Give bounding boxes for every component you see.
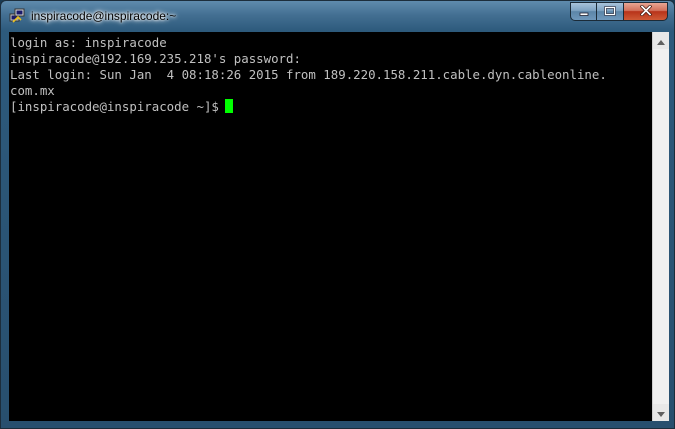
scrollbar-track[interactable] (653, 49, 669, 404)
scroll-down-button[interactable] (653, 404, 669, 421)
minimize-icon (579, 3, 589, 21)
maximize-button[interactable] (597, 2, 624, 21)
window-controls (570, 2, 668, 22)
putty-window: inspiracode@inspiracode:~ login as: insp… (0, 0, 675, 429)
terminal-area[interactable]: login as: inspiracode inspiracode@192.16… (9, 32, 652, 421)
window-title: inspiracode@inspiracode:~ (31, 9, 177, 23)
maximize-icon (604, 3, 616, 21)
minimize-button[interactable] (570, 2, 597, 21)
scroll-up-button[interactable] (653, 32, 669, 49)
vertical-scrollbar[interactable] (652, 32, 669, 421)
title-bar[interactable]: inspiracode@inspiracode:~ (1, 1, 674, 32)
terminal-line: inspiracode@192.169.235.218's password: (10, 51, 301, 66)
close-button[interactable] (624, 2, 668, 21)
terminal-line: login as: inspiracode (10, 35, 167, 50)
scroll-up-arrow-icon (657, 32, 665, 50)
terminal-prompt-line: [inspiracode@inspiracode ~]$ (10, 99, 233, 115)
putty-icon[interactable] (9, 8, 25, 24)
scroll-down-arrow-icon (657, 404, 665, 422)
terminal-line: com.mx (10, 83, 55, 98)
close-icon (639, 3, 652, 21)
terminal-cursor (224, 99, 233, 113)
terminal-prompt: [inspiracode@inspiracode ~]$ (10, 99, 219, 114)
terminal-line: Last login: Sun Jan 4 08:18:26 2015 from… (10, 67, 607, 82)
